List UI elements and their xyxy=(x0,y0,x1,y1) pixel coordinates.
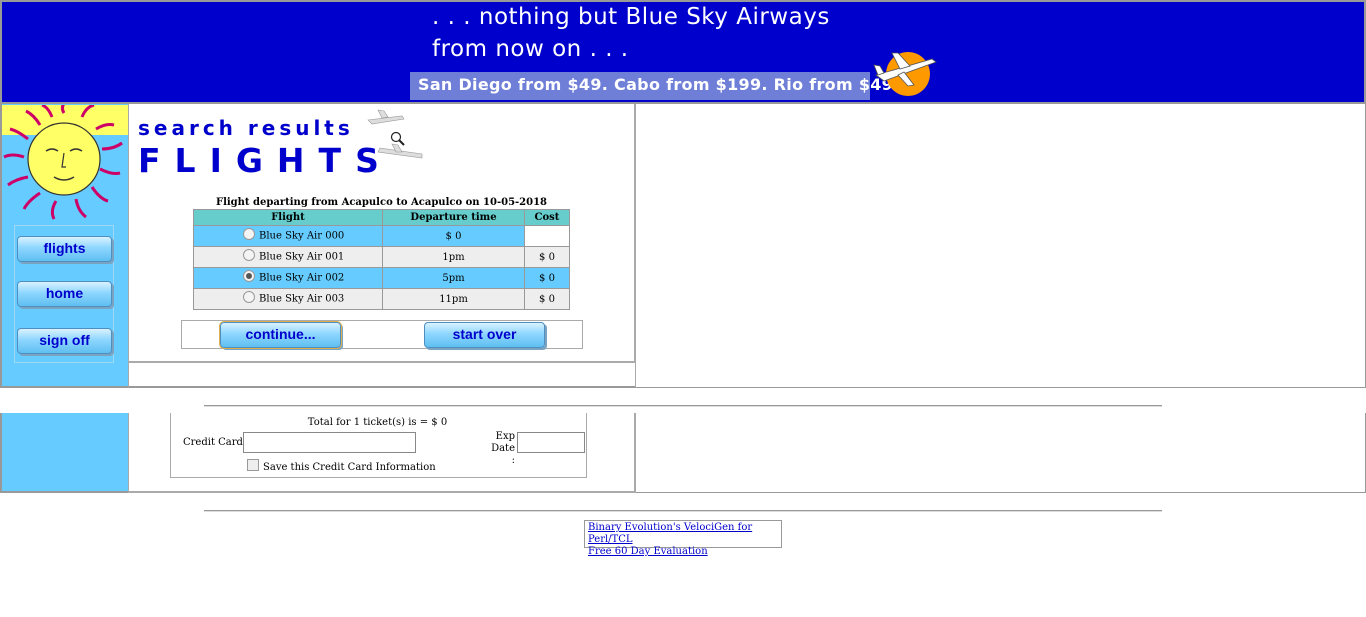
flight-name: Blue Sky Air 003 xyxy=(259,293,345,305)
table-header-row: Flight Departure time Cost xyxy=(193,209,570,226)
total-text: Total for 1 ticket(s) is = $ 0 xyxy=(307,417,448,428)
cost-cell xyxy=(524,225,570,247)
exp-date-input[interactable] xyxy=(517,432,585,453)
airplane-sun-logo xyxy=(870,45,942,97)
flight-cell[interactable]: Blue Sky Air 002 xyxy=(193,267,383,289)
banner-tagline-line1: . . . nothing but Blue Sky Airways xyxy=(432,4,830,30)
start-over-button[interactable]: start over xyxy=(424,322,545,348)
save-card-label: Save this Credit Card Information xyxy=(263,462,436,473)
table-row[interactable]: Blue Sky Air 003 11pm $ 0 xyxy=(193,288,570,310)
cost-cell: $ 0 xyxy=(524,267,570,289)
content-footer-row xyxy=(128,363,636,388)
table-row[interactable]: Blue Sky Air 001 1pm $ 0 xyxy=(193,246,570,268)
footer-ad: Binary Evolution's VelociGen for Perl/TC… xyxy=(584,520,782,557)
sun-logo xyxy=(2,105,128,220)
cost-cell: $ 0 xyxy=(524,288,570,310)
page-subtitle: search results xyxy=(138,116,354,140)
flight-name: Blue Sky Air 002 xyxy=(259,272,345,284)
sign-off-button[interactable]: sign off xyxy=(17,328,112,354)
right-empty-panel-lower xyxy=(636,413,1366,493)
continue-button[interactable]: continue... xyxy=(219,321,342,349)
save-card-checkbox[interactable] xyxy=(247,459,259,471)
flight-name: Blue Sky Air 000 xyxy=(259,230,345,242)
flight-radio[interactable] xyxy=(243,291,255,303)
ad-link-velocigen[interactable]: Binary Evolution's VelociGen for Perl/TC… xyxy=(588,522,778,546)
divider xyxy=(204,405,1162,407)
credit-card-input[interactable] xyxy=(243,432,416,453)
flight-cell[interactable]: Blue Sky Air 003 xyxy=(193,288,383,310)
flight-radio-selected[interactable] xyxy=(243,270,255,282)
flight-table-caption: Flight departing from Acapulco to Acapul… xyxy=(215,197,548,208)
departure-cell: 11pm xyxy=(382,288,525,310)
departure-cell: 1pm xyxy=(382,246,525,268)
header-flight: Flight xyxy=(193,209,383,226)
header-departure-time: Departure time xyxy=(382,209,525,226)
table-row[interactable]: Blue Sky Air 002 5pm $ 0 xyxy=(193,267,570,289)
home-button[interactable]: home xyxy=(17,281,112,307)
left-sidebar-lower xyxy=(0,413,128,493)
flight-name: Blue Sky Air 001 xyxy=(259,251,345,263)
exp-date-label: Exp Date : xyxy=(491,431,515,466)
departure-cell: 5pm xyxy=(382,267,525,289)
divider xyxy=(204,510,1162,512)
flight-radio[interactable] xyxy=(243,228,255,240)
banner-tagline-line2: from now on . . . xyxy=(432,36,629,62)
right-empty-panel xyxy=(636,104,1366,388)
flight-cell[interactable]: Blue Sky Air 000 xyxy=(193,225,383,247)
table-row[interactable]: Blue Sky Air 000 $ 0 xyxy=(193,225,570,247)
departure-cell: $ 0 xyxy=(382,225,525,247)
header-cost: Cost xyxy=(524,209,570,226)
flight-cell[interactable]: Blue Sky Air 001 xyxy=(193,246,383,268)
credit-card-label: Credit Card : xyxy=(183,437,250,448)
ad-link-free-evaluation[interactable]: Free 60 Day Evaluation xyxy=(588,546,778,558)
search-planes-icon xyxy=(366,108,430,164)
banner-promo: San Diego from $49. Cabo from $199. Rio … xyxy=(410,72,911,100)
flight-radio[interactable] xyxy=(243,249,255,261)
flights-button[interactable]: flights xyxy=(17,236,112,262)
page-title: FLIGHTS xyxy=(138,141,393,180)
cost-cell: $ 0 xyxy=(524,246,570,268)
flights-table: Flight Departure time Cost Blue Sky Air … xyxy=(193,209,570,310)
